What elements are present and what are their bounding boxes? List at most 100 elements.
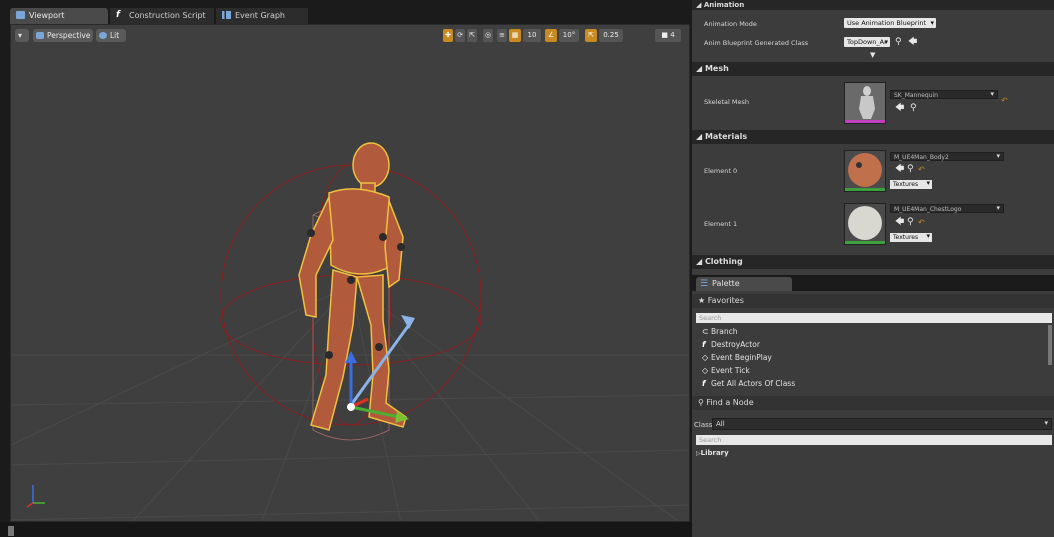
event-icon: ◇ xyxy=(702,353,709,362)
perspective-label: Perspective xyxy=(47,31,91,40)
element-1-label: Element 1 xyxy=(704,220,738,228)
anim-class-select[interactable]: TopDown_Ar xyxy=(844,37,890,47)
grid-snap-value[interactable]: 10 xyxy=(523,29,541,42)
palette-panel: ☰ Palette ★ Favorites Search ⊂ Branch f De… xyxy=(692,275,1054,537)
tab-viewport[interactable]: Viewport xyxy=(10,8,108,24)
rotate-mode-button[interactable]: ⟳ xyxy=(455,29,465,42)
use-selected-icon[interactable]: 🡄 xyxy=(895,104,904,113)
element-0-select[interactable]: M_UE4Man_Body2 xyxy=(890,152,1004,161)
list-item[interactable]: ◇ Event Tick xyxy=(702,365,750,377)
mesh-section-header[interactable]: ◢ Mesh xyxy=(692,62,1054,76)
list-item[interactable]: f DestroyActor xyxy=(702,339,760,351)
scale-snap-value[interactable]: 0.25 xyxy=(599,29,623,42)
browse-icon[interactable]: ⚲ xyxy=(910,104,917,113)
reset-icon[interactable]: ↶ xyxy=(1001,96,1008,105)
globe-icon: ◎ xyxy=(484,31,492,39)
expand-arrow-icon[interactable]: ▼ xyxy=(870,51,875,60)
skeletal-mesh-thumbnail[interactable] xyxy=(844,82,886,124)
camera-speed-button[interactable]: ■ 4 xyxy=(655,29,681,42)
scale-snap-toggle[interactable]: ⇱ xyxy=(585,29,597,42)
collapse-arrow-icon: ◢ xyxy=(696,64,705,73)
perspective-button[interactable]: Perspective xyxy=(33,29,93,42)
element-1-thumbnail[interactable] xyxy=(844,203,886,245)
animation-header-label: Animation xyxy=(703,1,745,9)
material-sphere-icon xyxy=(845,151,885,189)
skeletal-mesh-label: Skeletal Mesh xyxy=(704,98,749,106)
function-icon: f xyxy=(702,379,706,388)
viewport-menu-button[interactable]: ▾ xyxy=(15,29,29,42)
viewport[interactable]: ▾ Perspective Lit ✚ ⟳ ⇱ ◎ ≡ ▦ 10 ∠ 10° ⇱… xyxy=(10,24,690,522)
tab-palette[interactable]: ☰ Palette xyxy=(696,277,792,291)
rotation-snap-toggle[interactable]: ∠ xyxy=(545,29,557,42)
animation-section-header[interactable]: ◢ Animation xyxy=(692,0,1054,10)
element-0-label: Element 0 xyxy=(704,167,738,175)
browse-icon[interactable]: ⚲ xyxy=(907,165,914,174)
favorites-label: Favorites xyxy=(707,296,744,305)
favorites-search-input[interactable]: Search xyxy=(696,313,1052,323)
class-select[interactable]: All xyxy=(712,418,1052,430)
chevron-down-icon: ▾ xyxy=(18,31,23,40)
element-1-select[interactable]: M_UE4Man_ChestLogo xyxy=(890,204,1004,213)
surface-snap-button[interactable]: ≡ xyxy=(497,29,507,42)
mesh-header-label: Mesh xyxy=(704,64,729,73)
tab-construction-script-label: Construction Script xyxy=(129,11,206,20)
list-item-label: Event BeginPlay xyxy=(711,353,772,362)
tab-construction-script[interactable]: f Construction Script xyxy=(110,8,214,24)
angle-icon: ∠ xyxy=(547,31,555,39)
scale-mode-button[interactable]: ⇱ xyxy=(467,29,477,42)
list-item[interactable]: ⊂ Branch xyxy=(702,326,737,338)
lit-button[interactable]: Lit xyxy=(96,29,126,42)
branch-icon: ⊂ xyxy=(702,327,709,336)
palette-tab-label: Palette xyxy=(712,279,740,288)
animation-mode-select[interactable]: Use Animation Blueprint xyxy=(844,18,936,28)
element-0-textures-button[interactable]: Textures xyxy=(890,179,932,189)
collapse-arrow-icon: ◢ xyxy=(696,132,705,141)
list-item-label: Get All Actors Of Class xyxy=(711,379,796,388)
reset-icon[interactable]: ↶ xyxy=(918,218,925,227)
favorites-scrollbar[interactable] xyxy=(1048,325,1052,365)
collapse-arrow-icon: ◢ xyxy=(696,1,704,9)
details-panel: ◢ Animation Animation Mode Use Animation… xyxy=(692,0,1054,275)
element-1-textures-button[interactable]: Textures xyxy=(890,232,932,242)
asset-type-bar xyxy=(845,120,885,123)
browse-icon[interactable]: ⚲ xyxy=(907,218,914,227)
node-search-input[interactable]: Search xyxy=(696,435,1052,445)
move-icon: ✚ xyxy=(445,31,451,39)
find-node-header[interactable]: ⚲ Find a Node xyxy=(692,396,1054,410)
library-tree-item[interactable]: ▷Library xyxy=(696,447,729,459)
grid-snap-toggle[interactable]: ▦ xyxy=(509,29,521,42)
list-item[interactable]: f Get All Actors Of Class xyxy=(702,378,795,390)
camera-icon xyxy=(36,32,44,39)
reset-icon[interactable]: ↶ xyxy=(918,165,925,174)
palette-icon: ☰ xyxy=(700,279,709,289)
viewport-scene[interactable] xyxy=(11,25,690,522)
clothing-section-header[interactable]: ◢ Clothing xyxy=(692,255,1054,269)
rotation-snap-value[interactable]: 10° xyxy=(559,29,579,42)
use-selected-icon[interactable]: 🡄 xyxy=(895,218,904,227)
world-local-button[interactable]: ◎ xyxy=(483,29,493,42)
event-icon: ◇ xyxy=(702,366,709,375)
scroll-handle[interactable] xyxy=(8,526,14,536)
translate-mode-button[interactable]: ✚ xyxy=(443,29,453,42)
axis-indicator xyxy=(26,485,45,508)
tab-event-graph[interactable]: Event Graph xyxy=(216,8,308,24)
palette-tab-bar: ☰ Palette xyxy=(692,275,1054,291)
use-selected-icon[interactable]: 🡄 xyxy=(895,165,904,174)
clothing-header-label: Clothing xyxy=(704,257,743,266)
class-label: Class xyxy=(694,421,713,429)
camera-speed-icon: ■ xyxy=(661,31,671,39)
tab-viewport-label: Viewport xyxy=(29,11,65,20)
element-0-thumbnail[interactable] xyxy=(844,150,886,192)
materials-section-header[interactable]: ◢ Materials xyxy=(692,130,1054,144)
animation-mode-label: Animation Mode xyxy=(704,20,757,28)
lit-icon xyxy=(99,32,107,39)
favorites-header[interactable]: ★ Favorites xyxy=(692,294,1054,308)
use-selected-icon[interactable]: 🡄 xyxy=(908,38,917,47)
surface-snap-icon: ≡ xyxy=(499,31,505,39)
asset-type-bar xyxy=(845,188,885,191)
list-item[interactable]: ◇ Event BeginPlay xyxy=(702,352,772,364)
skeletal-mesh-select[interactable]: SK_Mannequin xyxy=(890,90,998,99)
list-item-label: Branch xyxy=(711,327,738,336)
browse-icon[interactable]: ⚲ xyxy=(895,38,902,47)
list-item-label: DestroyActor xyxy=(711,340,760,349)
